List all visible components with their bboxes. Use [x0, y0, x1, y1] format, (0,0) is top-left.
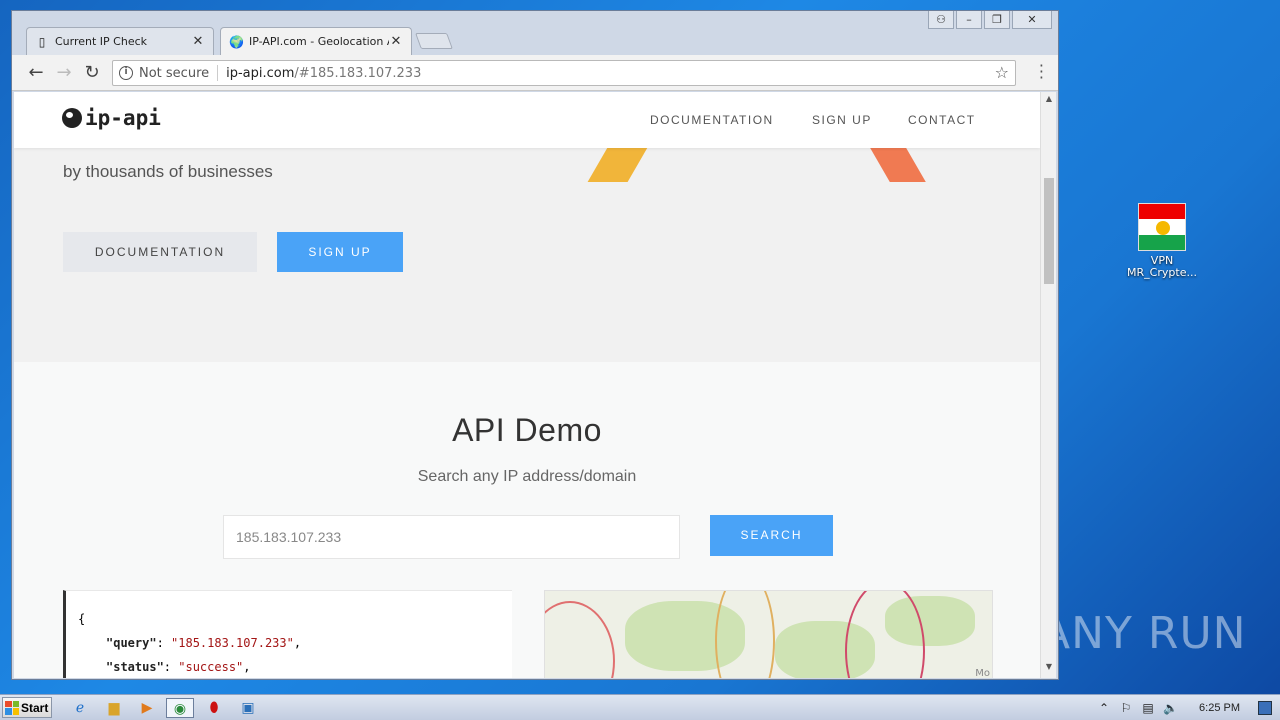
url-path: /#185.183.107.233 — [294, 65, 422, 81]
tab-ip-api[interactable]: 🌍 IP-API.com - Geolocation AF ✕ — [220, 27, 412, 55]
hero-line: by thousands of businesses — [63, 162, 273, 181]
json-response: { "query": "185.183.107.233", "status": … — [63, 590, 512, 678]
hero-text: by thousands of businesses — [63, 162, 273, 182]
show-hidden-icons-icon[interactable]: ⌃ — [1097, 701, 1111, 715]
scrollbar-thumb[interactable] — [1044, 178, 1054, 284]
browser-toolbar: ← → ↻ i Not secure ip-api.com /#185.183.… — [12, 55, 1058, 91]
volume-icon[interactable]: 🔈 — [1163, 701, 1178, 715]
folder-icon[interactable]: ▆ — [100, 698, 128, 718]
tab-title: IP-API.com - Geolocation AF — [249, 35, 389, 48]
action-center-flag-icon[interactable]: ⚐ — [1119, 701, 1133, 715]
bookmark-star-icon[interactable]: ☆ — [995, 63, 1009, 82]
taskbar: Start ℯ ▆ ▶ ◉ ⬮ ▣ ⌃ ⚐ ▤ 🔈 6:25 PM — [0, 694, 1280, 720]
info-icon[interactable]: i — [119, 66, 133, 80]
scroll-down-icon[interactable]: ▼ — [1041, 662, 1057, 676]
logo-text: ip-api — [85, 106, 161, 130]
anyrun-watermark: ANY RUN — [1040, 608, 1247, 659]
documentation-button[interactable]: DOCUMENTATION — [63, 232, 257, 272]
page-viewport: ip-api DOCUMENTATION SIGN UP CONTACT by … — [14, 92, 1040, 678]
user-icon[interactable]: ⚇ — [928, 11, 954, 29]
json-value: "185.183.107.233" — [171, 636, 294, 650]
reload-button[interactable]: ↻ — [80, 61, 104, 85]
nav-documentation[interactable]: DOCUMENTATION — [650, 113, 774, 127]
tab-title: Current IP Check — [55, 35, 148, 48]
json-brace: { — [78, 612, 86, 626]
url-host: ip-api.com — [226, 65, 295, 81]
demo-subtitle: Search any IP address/domain — [417, 468, 637, 485]
desktop-icon-vpn[interactable]: VPN MR_Crypte... — [1120, 200, 1204, 279]
opera-icon[interactable]: ⬮ — [200, 698, 228, 718]
address-bar[interactable]: i Not secure ip-api.com /#185.183.107.23… — [112, 60, 1016, 86]
map-label: Mo — [975, 668, 990, 678]
menu-icon[interactable]: · · · — [1039, 58, 1044, 86]
nav-sign-up[interactable]: SIGN UP — [812, 113, 872, 127]
clock[interactable]: 6:25 PM — [1199, 702, 1240, 714]
ie-icon[interactable]: ℯ — [66, 698, 94, 718]
page-scrollbar[interactable]: ▲ ▼ — [1040, 92, 1056, 678]
start-label: Start — [21, 700, 49, 715]
decorative-shape — [870, 148, 926, 182]
tab-current-ip-check[interactable]: ▯ Current IP Check ✕ — [26, 27, 214, 55]
json-key: "query" — [106, 636, 157, 650]
show-desktop-button[interactable] — [1258, 701, 1272, 715]
page-icon: ▯ — [38, 34, 46, 49]
json-line: "query": "185.183.107.233", — [106, 636, 302, 650]
json-value: "success" — [178, 660, 244, 674]
browser-window: ▯ Current IP Check ✕ 🌍 IP-API.com - Geol… — [11, 10, 1059, 680]
chrome-icon[interactable]: ◉ — [166, 698, 194, 718]
api-demo-section: API Demo Search any IP address/domain SE… — [14, 362, 1040, 678]
close-tab-icon[interactable]: ✕ — [389, 34, 403, 49]
network-icon[interactable]: ▤ — [1141, 701, 1155, 715]
close-window-button[interactable]: ✕ — [1012, 11, 1052, 29]
window-app-icon[interactable]: ▣ — [234, 698, 262, 718]
tab-strip: ▯ Current IP Check ✕ 🌍 IP-API.com - Geol… — [12, 11, 1058, 55]
site-logo[interactable]: ip-api — [62, 106, 161, 130]
nav-contact[interactable]: CONTACT — [908, 113, 976, 127]
restore-button[interactable]: ❐ — [984, 11, 1010, 29]
back-button[interactable]: ← — [24, 61, 48, 85]
window-controls: ⚇ – ❐ ✕ — [928, 11, 1052, 29]
close-tab-icon[interactable]: ✕ — [191, 34, 205, 49]
new-tab-button[interactable] — [415, 33, 453, 49]
globe-icon — [62, 108, 82, 128]
start-button[interactable]: Start — [2, 697, 52, 718]
decorative-shape — [587, 146, 649, 182]
globe-icon: 🌍 — [229, 34, 244, 49]
json-key: "status" — [106, 660, 164, 674]
security-label: Not secure — [139, 65, 210, 81]
flag-icon — [1138, 203, 1186, 251]
minimize-button[interactable]: – — [956, 11, 982, 29]
demo-title: API Demo — [452, 412, 602, 448]
desktop-icon-label-2: MR_Crypte... — [1127, 266, 1197, 279]
location-map[interactable]: Mo — [544, 590, 993, 678]
ip-search-input[interactable] — [223, 515, 680, 559]
forward-button[interactable]: → — [52, 61, 76, 85]
search-button[interactable]: SEARCH — [710, 515, 833, 556]
system-tray: ⌃ ⚐ ▤ 🔈 6:25 PM — [1097, 695, 1280, 720]
json-line: "status": "success", — [106, 660, 251, 674]
media-player-icon[interactable]: ▶ — [133, 698, 161, 718]
sign-up-button[interactable]: SIGN UP — [277, 232, 403, 272]
windows-logo-icon — [5, 700, 19, 715]
scroll-up-icon[interactable]: ▲ — [1041, 94, 1057, 108]
site-header: ip-api DOCUMENTATION SIGN UP CONTACT — [14, 92, 1040, 148]
